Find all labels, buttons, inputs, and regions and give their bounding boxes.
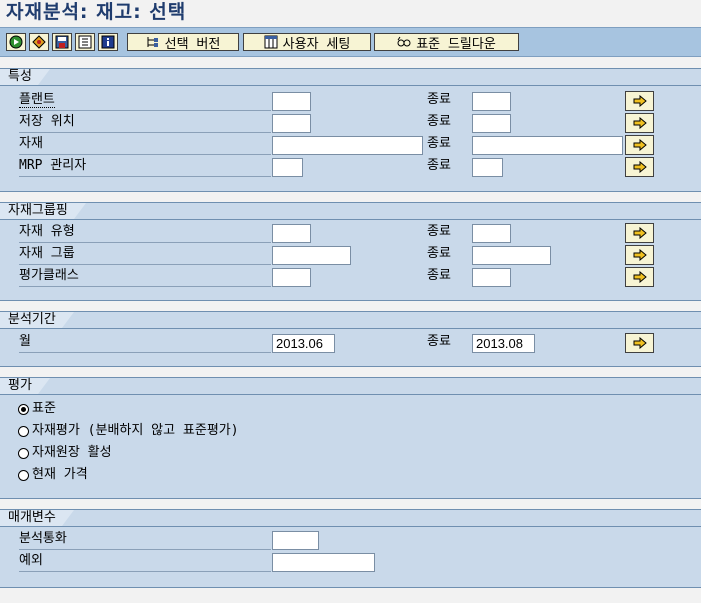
month-from-input[interactable] — [272, 334, 335, 353]
material-to-label: 종료 — [427, 136, 451, 151]
arrow-right-icon — [633, 161, 647, 173]
month-multiple-selection-button[interactable] — [625, 333, 654, 353]
valuation-class-label: 평가클래스 — [19, 267, 271, 287]
material-group-label: 자재 그룹 — [19, 245, 271, 265]
mrp-controller-multiple-selection-button[interactable] — [625, 157, 654, 177]
radio-icon[interactable] — [18, 425, 29, 437]
get-variant-button[interactable] — [29, 33, 49, 51]
execute-icon — [9, 35, 23, 49]
valuation-option-standard[interactable]: 표준 — [18, 399, 56, 419]
plant-multiple-selection-button[interactable] — [625, 91, 654, 111]
valuation-title: 평가 — [0, 378, 50, 395]
analysis-period-title: 분석기간 — [0, 312, 74, 329]
valuation-option-label: 자재평가 (분배하지 않고 표준평가) — [32, 423, 239, 438]
month-to-input[interactable] — [472, 334, 535, 353]
storage-location-from-input[interactable] — [272, 114, 311, 133]
exception-label: 예외 — [19, 552, 271, 572]
material-groupings-section: 자재그룹핑 자재 유형 종료 자재 그룹 종료 평가클래스 종료 — [0, 202, 701, 301]
plant-to-input[interactable] — [472, 92, 511, 111]
multiple-selection-icon — [78, 35, 92, 49]
plant-label: 플랜트 — [19, 91, 271, 111]
valuation-class-to-label: 종료 — [427, 268, 451, 283]
material-group-to-input[interactable] — [472, 246, 551, 265]
valuation-class-multiple-selection-button[interactable] — [625, 267, 654, 287]
multiple-selection-button[interactable] — [75, 33, 95, 51]
mrp-controller-from-input[interactable] — [272, 158, 303, 177]
arrow-right-icon — [633, 227, 647, 239]
table-settings-icon — [264, 35, 278, 49]
standard-drilldown-label: 표준 드릴다운 — [416, 36, 496, 52]
hierarchy-icon — [147, 37, 158, 47]
material-from-input[interactable] — [272, 136, 423, 155]
material-to-input[interactable] — [472, 136, 623, 155]
arrow-right-icon — [633, 271, 647, 283]
valuation-option-current-price[interactable]: 현재 가격 — [18, 465, 88, 485]
execute-button[interactable] — [6, 33, 26, 51]
valuation-section: 평가 표준 자재평가 (분배하지 않고 표준평가) 자재원장 활성 현재 가격 — [0, 377, 701, 499]
arrow-right-icon — [633, 95, 647, 107]
select-version-button[interactable]: 선택 버전 — [127, 33, 239, 52]
analysis-period-section: 분석기간 월 종료 — [0, 311, 701, 367]
save-icon — [55, 35, 69, 49]
valuation-option-material-valuation[interactable]: 자재평가 (분배하지 않고 표준평가) — [18, 421, 239, 441]
plant-from-input[interactable] — [272, 92, 311, 111]
info-icon — [101, 35, 115, 49]
analysis-currency-label: 분석통화 — [19, 530, 271, 550]
valuation-class-from-input[interactable] — [272, 268, 311, 287]
plant-to-label: 종료 — [427, 92, 451, 107]
radio-icon[interactable] — [18, 469, 29, 481]
storage-location-multiple-selection-button[interactable] — [625, 113, 654, 133]
select-version-label: 선택 버전 — [164, 36, 221, 52]
valuation-option-label: 표준 — [32, 401, 56, 416]
page-title: 자재분석: 재고: 선택 — [6, 1, 187, 23]
material-type-multiple-selection-button[interactable] — [625, 223, 654, 243]
material-group-multiple-selection-button[interactable] — [625, 245, 654, 265]
material-label: 자재 — [19, 135, 271, 155]
user-settings-label: 사용자 세팅 — [282, 36, 351, 52]
arrow-right-icon — [633, 117, 647, 129]
exception-input[interactable] — [272, 553, 375, 572]
material-type-from-input[interactable] — [272, 224, 311, 243]
standard-drilldown-button[interactable]: 표준 드릴다운 — [374, 33, 519, 52]
storage-location-to-input[interactable] — [472, 114, 511, 133]
material-groupings-title: 자재그룹핑 — [0, 203, 86, 220]
material-group-to-label: 종료 — [427, 246, 451, 261]
user-settings-button[interactable]: 사용자 세팅 — [243, 33, 371, 52]
characteristics-title: 특성 — [0, 69, 50, 86]
mrp-controller-label: MRP 관리자 — [19, 157, 271, 177]
material-type-to-input[interactable] — [472, 224, 511, 243]
info-button[interactable] — [98, 33, 118, 51]
save-variant-button[interactable] — [52, 33, 72, 51]
material-type-to-label: 종료 — [427, 224, 451, 239]
storage-location-label: 저장 위치 — [19, 113, 271, 133]
valuation-option-label: 현재 가격 — [32, 467, 88, 482]
material-type-label: 자재 유형 — [19, 223, 271, 243]
glasses-icon — [397, 36, 411, 47]
arrow-right-icon — [633, 139, 647, 151]
arrow-right-icon — [633, 249, 647, 261]
parameters-title: 매개변수 — [0, 510, 74, 527]
radio-selected-icon[interactable] — [18, 403, 29, 415]
analysis-currency-input[interactable] — [272, 531, 319, 550]
material-group-from-input[interactable] — [272, 246, 351, 265]
application-toolbar: 선택 버전 사용자 세팅 표준 드릴다운 — [0, 27, 701, 57]
valuation-option-material-ledger[interactable]: 자재원장 활성 — [18, 443, 112, 463]
month-label: 월 — [19, 333, 271, 353]
valuation-class-to-input[interactable] — [472, 268, 511, 287]
valuation-option-label: 자재원장 활성 — [32, 445, 112, 460]
material-multiple-selection-button[interactable] — [625, 135, 654, 155]
parameters-section: 매개변수 분석통화 예외 — [0, 509, 701, 588]
mrp-controller-to-label: 종료 — [427, 158, 451, 173]
mrp-controller-to-input[interactable] — [472, 158, 503, 177]
storage-location-to-label: 종료 — [427, 114, 451, 129]
radio-icon[interactable] — [18, 447, 29, 459]
characteristics-section: 특성 플랜트 종료 저장 위치 종료 자재 종료 MRP 관리자 종료 — [0, 68, 701, 192]
variant-icon — [32, 35, 46, 49]
month-to-label: 종료 — [427, 334, 451, 349]
arrow-right-icon — [633, 337, 647, 349]
